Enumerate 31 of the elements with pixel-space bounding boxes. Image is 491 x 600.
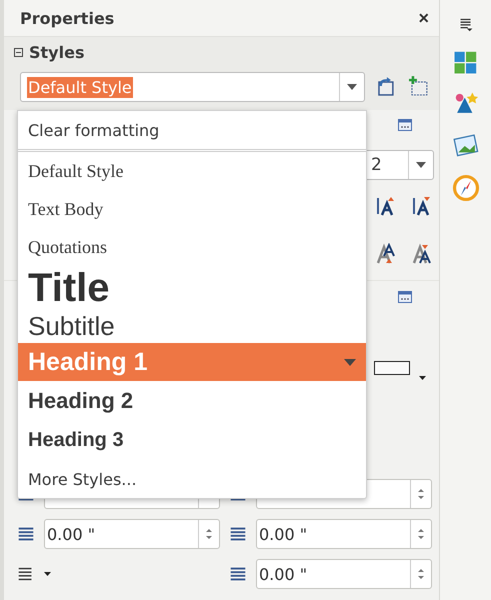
more-options-icon[interactable] <box>398 291 412 303</box>
style-option[interactable]: Title <box>18 266 366 310</box>
field-value: 0.00 " <box>46 524 96 544</box>
field-value: 0.00 " <box>258 524 308 544</box>
style-option[interactable]: Heading 3 <box>18 421 366 460</box>
stepper-icon[interactable] <box>417 486 425 502</box>
style-option[interactable]: More Styles... <box>18 460 366 498</box>
caret-icon <box>416 162 426 168</box>
style-option[interactable]: Heading 2 <box>18 381 366 421</box>
collapse-icon[interactable] <box>14 48 23 57</box>
stepper-icon[interactable] <box>417 526 425 542</box>
spacing-field[interactable]: 0.00 " <box>44 519 220 549</box>
panel-title: Properties <box>20 8 114 28</box>
style-option[interactable]: Clear formatting <box>18 111 366 152</box>
stepper-icon[interactable] <box>417 566 425 582</box>
stepper-icon[interactable] <box>205 526 213 542</box>
grow-font-icon[interactable] <box>376 243 398 265</box>
style-option[interactable]: Quotations <box>18 228 366 266</box>
style-option[interactable]: Text Body <box>18 190 366 228</box>
caret-icon <box>347 84 358 90</box>
caret-icon[interactable] <box>44 572 51 576</box>
close-button[interactable]: × <box>418 8 429 28</box>
more-options-icon[interactable] <box>398 119 412 131</box>
spacing-field[interactable]: 0.00 " <box>256 559 432 589</box>
field-value: 0.00 " <box>258 564 308 584</box>
caret-icon[interactable] <box>419 376 426 380</box>
color-swatch[interactable] <box>374 361 410 375</box>
style-option[interactable]: Subtitle <box>18 310 366 343</box>
section-title: Styles <box>29 43 84 62</box>
spacing-field[interactable]: 0.00 " <box>256 519 432 549</box>
new-style-icon[interactable] <box>407 76 429 98</box>
